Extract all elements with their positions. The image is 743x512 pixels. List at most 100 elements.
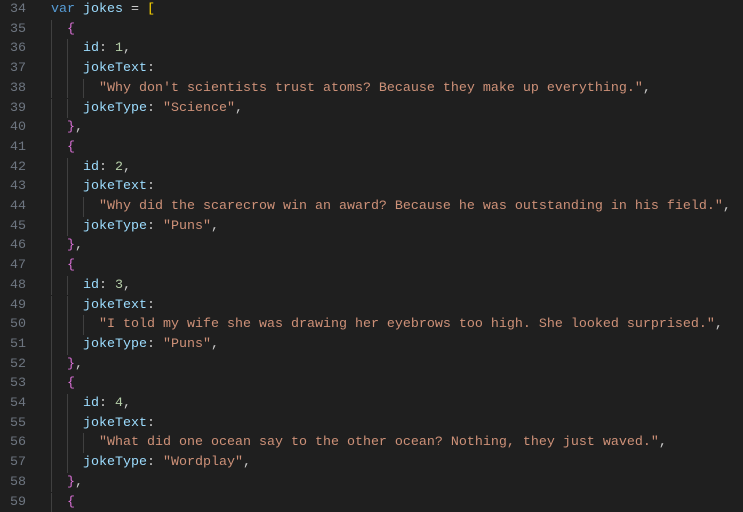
- line-number: 53: [0, 374, 26, 394]
- token-p: [51, 219, 83, 234]
- token-prop: id: [83, 396, 99, 411]
- code-line[interactable]: 58 },: [0, 473, 743, 493]
- token-prop: id: [83, 160, 99, 175]
- code-text: id: 2,: [51, 158, 131, 178]
- line-number: 40: [0, 118, 26, 138]
- code-line[interactable]: 53 {: [0, 374, 743, 394]
- line-number: 54: [0, 394, 26, 414]
- token-b2: {: [67, 495, 75, 510]
- code-line[interactable]: 59 {: [0, 493, 743, 512]
- code-text: {: [51, 20, 75, 40]
- token-p: [51, 22, 67, 37]
- code-text: jokeText:: [51, 177, 155, 197]
- code-line[interactable]: 39 jokeType: "Science",: [0, 99, 743, 119]
- token-b2: {: [67, 376, 75, 391]
- code-line[interactable]: 51 jokeType: "Puns",: [0, 335, 743, 355]
- token-p: [51, 238, 67, 253]
- token-p: [51, 41, 83, 56]
- code-editor[interactable]: 34var jokes = [35 {36 id: 1,37 jokeText:…: [0, 0, 743, 510]
- code-line[interactable]: 36 id: 1,: [0, 39, 743, 59]
- code-line[interactable]: 45 jokeType: "Puns",: [0, 217, 743, 237]
- token-prop: jokeText: [83, 298, 147, 313]
- code-line[interactable]: 35 {: [0, 20, 743, 40]
- line-number: 57: [0, 453, 26, 473]
- line-number: 42: [0, 158, 26, 178]
- token-p: [75, 2, 83, 17]
- code-line[interactable]: 44 "Why did the scarecrow win an award? …: [0, 197, 743, 217]
- code-text: },: [51, 118, 83, 138]
- code-line[interactable]: 54 id: 4,: [0, 394, 743, 414]
- token-str: "Wordplay": [163, 455, 243, 470]
- code-text: },: [51, 355, 83, 375]
- token-str: "Puns": [163, 219, 211, 234]
- token-p: [51, 396, 83, 411]
- code-line[interactable]: 41 {: [0, 138, 743, 158]
- line-number: 37: [0, 59, 26, 79]
- code-text: id: 3,: [51, 276, 131, 296]
- token-p: [51, 258, 67, 273]
- token-p: :: [147, 61, 155, 76]
- token-p: ,: [123, 278, 131, 293]
- token-b1: [: [147, 2, 155, 17]
- token-str: "Why did the scarecrow win an award? Bec…: [99, 199, 723, 214]
- token-prop: jokeType: [83, 219, 147, 234]
- code-line[interactable]: 52 },: [0, 355, 743, 375]
- token-p: [51, 278, 83, 293]
- code-line[interactable]: 43 jokeText:: [0, 177, 743, 197]
- token-p: ,: [723, 199, 731, 214]
- code-text: },: [51, 473, 83, 493]
- code-line[interactable]: 38 "Why don't scientists trust atoms? Be…: [0, 79, 743, 99]
- token-p: ,: [659, 435, 667, 450]
- token-str: "Why don't scientists trust atoms? Becau…: [99, 81, 643, 96]
- token-p: ,: [211, 219, 219, 234]
- token-num: 2: [115, 160, 123, 175]
- token-p: [51, 61, 83, 76]
- token-p: :: [99, 278, 115, 293]
- token-p: [51, 317, 99, 332]
- code-line[interactable]: 40 },: [0, 118, 743, 138]
- token-p: [51, 337, 83, 352]
- token-prop: jokeType: [83, 455, 147, 470]
- code-line[interactable]: 57 jokeType: "Wordplay",: [0, 453, 743, 473]
- code-line[interactable]: 47 {: [0, 256, 743, 276]
- token-str: "I told my wife she was drawing her eyeb…: [99, 317, 715, 332]
- line-number: 58: [0, 473, 26, 493]
- token-b2: {: [67, 140, 75, 155]
- token-var: jokes: [83, 2, 123, 17]
- token-str: "Puns": [163, 337, 211, 352]
- token-num: 1: [115, 41, 123, 56]
- line-number: 44: [0, 197, 26, 217]
- code-line[interactable]: 42 id: 2,: [0, 158, 743, 178]
- code-line[interactable]: 56 "What did one ocean say to the other …: [0, 433, 743, 453]
- line-number: 56: [0, 433, 26, 453]
- line-number: 55: [0, 414, 26, 434]
- code-line[interactable]: 50 "I told my wife she was drawing her e…: [0, 315, 743, 335]
- code-text: jokeText:: [51, 59, 155, 79]
- line-number: 36: [0, 39, 26, 59]
- token-p: [51, 120, 67, 135]
- code-line[interactable]: 46 },: [0, 236, 743, 256]
- token-p: [51, 455, 83, 470]
- token-p: ,: [75, 238, 83, 253]
- token-p: ,: [75, 475, 83, 490]
- token-p: ,: [211, 337, 219, 352]
- code-text: jokeType: "Puns",: [51, 217, 219, 237]
- token-p: :: [147, 101, 163, 116]
- code-line[interactable]: 34var jokes = [: [0, 0, 743, 20]
- code-text: jokeText:: [51, 296, 155, 316]
- token-num: 4: [115, 396, 123, 411]
- token-prop: jokeText: [83, 416, 147, 431]
- line-number: 52: [0, 355, 26, 375]
- token-p: ,: [643, 81, 651, 96]
- code-text: var jokes = [: [51, 0, 155, 20]
- code-line[interactable]: 37 jokeText:: [0, 59, 743, 79]
- code-line[interactable]: 48 id: 3,: [0, 276, 743, 296]
- code-line[interactable]: 55 jokeText:: [0, 414, 743, 434]
- code-text: "What did one ocean say to the other oce…: [51, 433, 667, 453]
- code-line[interactable]: 49 jokeText:: [0, 296, 743, 316]
- line-number: 38: [0, 79, 26, 99]
- line-number: 45: [0, 217, 26, 237]
- token-b2: }: [67, 120, 75, 135]
- code-text: },: [51, 236, 83, 256]
- token-p: ,: [715, 317, 723, 332]
